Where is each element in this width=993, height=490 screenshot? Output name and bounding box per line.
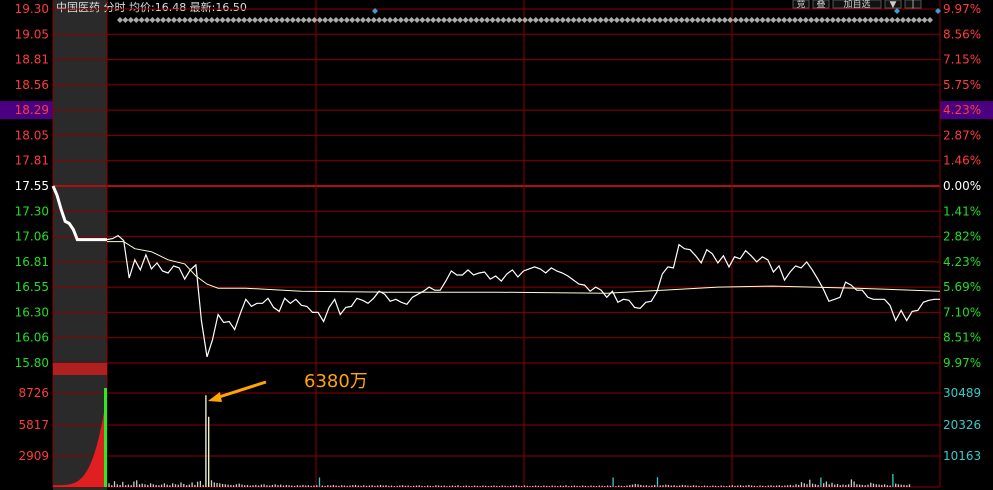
- price-tick-label: 17.30: [15, 204, 49, 218]
- chart-background: [0, 0, 993, 490]
- percent-tick-label: 4.23%: [943, 103, 981, 117]
- annotation-label: 6380万: [304, 371, 368, 392]
- price-tick-label: 15.80: [15, 356, 49, 370]
- price-tick-label: 17.81: [15, 154, 49, 168]
- percent-tick-label: 4.23%: [943, 255, 981, 269]
- price-tick-label: 19.30: [15, 2, 49, 16]
- price-tick-label: 17.55: [15, 179, 49, 193]
- volume-tick-label: 8726: [18, 386, 49, 400]
- percent-tick-label: 5.69%: [943, 280, 981, 294]
- percent-tick-label: 2.82%: [943, 230, 981, 244]
- price-tick-label: 18.29: [15, 103, 49, 117]
- price-tick-label: 16.30: [15, 305, 49, 319]
- percent-tick-label: 9.97%: [943, 356, 981, 370]
- header-title: 中国医药 分时 均价:16.48 最新:16.50: [56, 0, 247, 14]
- percent-tick-label: 0.00%: [943, 179, 981, 193]
- intraday-chart: 中国医药 分时 均价:16.48 最新:16.50 竞叠加自选 ▼ | 19.301…: [0, 0, 993, 490]
- volume-tick-label-right: 10163: [943, 449, 981, 463]
- percent-tick-label: 1.41%: [943, 204, 981, 218]
- price-tick-label: 16.81: [15, 255, 49, 269]
- percent-tick-label: 2.87%: [943, 128, 981, 142]
- volume-tick-label-right: 20326: [943, 418, 981, 432]
- percent-tick-label: 7.15%: [943, 53, 981, 67]
- price-tick-label: 18.81: [15, 53, 49, 67]
- price-tick-label: 17.06: [15, 230, 49, 244]
- percent-tick-label: 1.46%: [943, 154, 981, 168]
- percent-tick-label: 5.75%: [943, 78, 981, 92]
- pre-market-volume-top: [53, 363, 107, 375]
- price-tick-label: 18.56: [15, 78, 49, 92]
- percent-tick-label: 9.97%: [943, 2, 981, 16]
- volume-tick-label: 2909: [18, 449, 49, 463]
- volume-tick-label: 5817: [18, 418, 49, 432]
- percent-tick-label: 8.56%: [943, 27, 981, 41]
- price-tick-label: 18.05: [15, 128, 49, 142]
- price-tick-label: 16.06: [15, 331, 49, 345]
- pre-market-region: [53, 0, 107, 490]
- price-tick-label: 16.55: [15, 280, 49, 294]
- percent-tick-label: 7.10%: [943, 305, 981, 319]
- price-tick-label: 19.05: [15, 27, 49, 41]
- volume-tick-label-right: 30489: [943, 386, 981, 400]
- percent-tick-label: 8.51%: [943, 331, 981, 345]
